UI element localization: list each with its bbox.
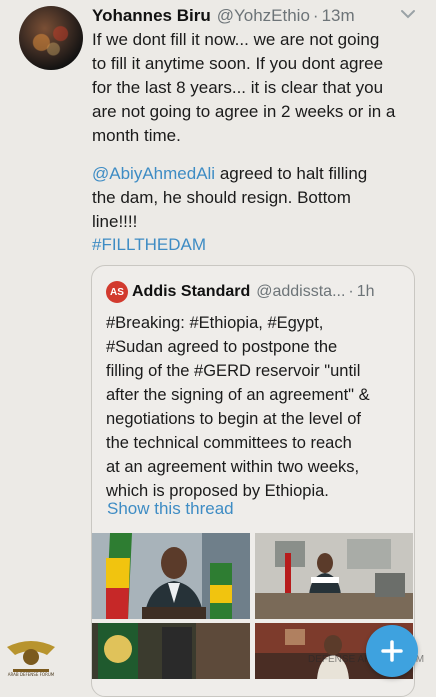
tweet-text: agreed to halt filling: [215, 164, 368, 183]
forum-watermark-logo: ARAB DEFENSE FORUM: [7, 641, 55, 677]
tweet-line: If we dont fill it now... we are not goi…: [92, 30, 380, 49]
tweet-time[interactable]: 13m: [322, 6, 355, 26]
image-african-union-hall[interactable]: [92, 623, 250, 679]
forum-watermark-caption: ARAB DEFENSE FORUM: [8, 672, 55, 677]
author-avatar[interactable]: [19, 6, 83, 70]
tweet-line: @AbiyAhmedAli agreed to halt filling: [92, 162, 430, 186]
separator-dot: ·: [348, 283, 354, 300]
image-meeting-room[interactable]: [255, 533, 413, 619]
show-thread-link[interactable]: Show this thread: [107, 499, 234, 519]
quoted-header: Addis Standard @addissta... · 1h: [132, 280, 375, 304]
quoted-line: filling of the #GERD reservoir "until: [106, 362, 361, 380]
tweet-header: Yohannes Biru @YohzEthio · 13m: [92, 4, 426, 28]
image-pm-with-flags[interactable]: [92, 533, 250, 619]
quoted-author-name[interactable]: Addis Standard: [132, 283, 250, 301]
quoted-line: #Breaking: #Ethiopia, #Egypt,: [106, 314, 324, 332]
chevron-down-icon[interactable]: [400, 8, 416, 20]
quoted-time: 1h: [356, 283, 375, 300]
quoted-line: at an agreement within two weeks,: [106, 458, 360, 476]
author-name[interactable]: Yohannes Biru: [92, 6, 211, 26]
addis-standard-logo: AS: [106, 281, 128, 303]
tweet-line: the dam, he should resign. Bottom: [92, 188, 351, 207]
quoted-line: negotiations to begin at the level of: [106, 410, 362, 428]
tweet-line: month time.: [92, 126, 181, 145]
author-handle[interactable]: @YohzEthio: [217, 6, 310, 26]
tweet-line: line!!!!: [92, 212, 138, 231]
quoted-line: #Sudan agreed to postpone the: [106, 338, 338, 356]
quoted-line: after the signing of an agreement" &: [106, 386, 370, 404]
compose-plus-icon[interactable]: [366, 625, 418, 677]
quoted-author-handle[interactable]: @addissta...: [256, 283, 345, 301]
tweet-line: for the last 8 years... it is clear that…: [92, 78, 384, 97]
tweet-line: are not going to agree in 2 weeks or in …: [92, 102, 396, 121]
tweet-line: to fill it anytime soon. If you dont agr…: [92, 54, 384, 73]
mention-link[interactable]: @AbiyAhmedAli: [92, 164, 215, 183]
hashtag-link[interactable]: #FILLTHEDAM: [92, 233, 430, 257]
quoted-tweet-text: #Breaking: #Ethiopia, #Egypt, #Sudan agr…: [106, 311, 406, 503]
quoted-line: the technical committees to reach: [106, 434, 352, 452]
separator-dot: ·: [312, 6, 319, 25]
